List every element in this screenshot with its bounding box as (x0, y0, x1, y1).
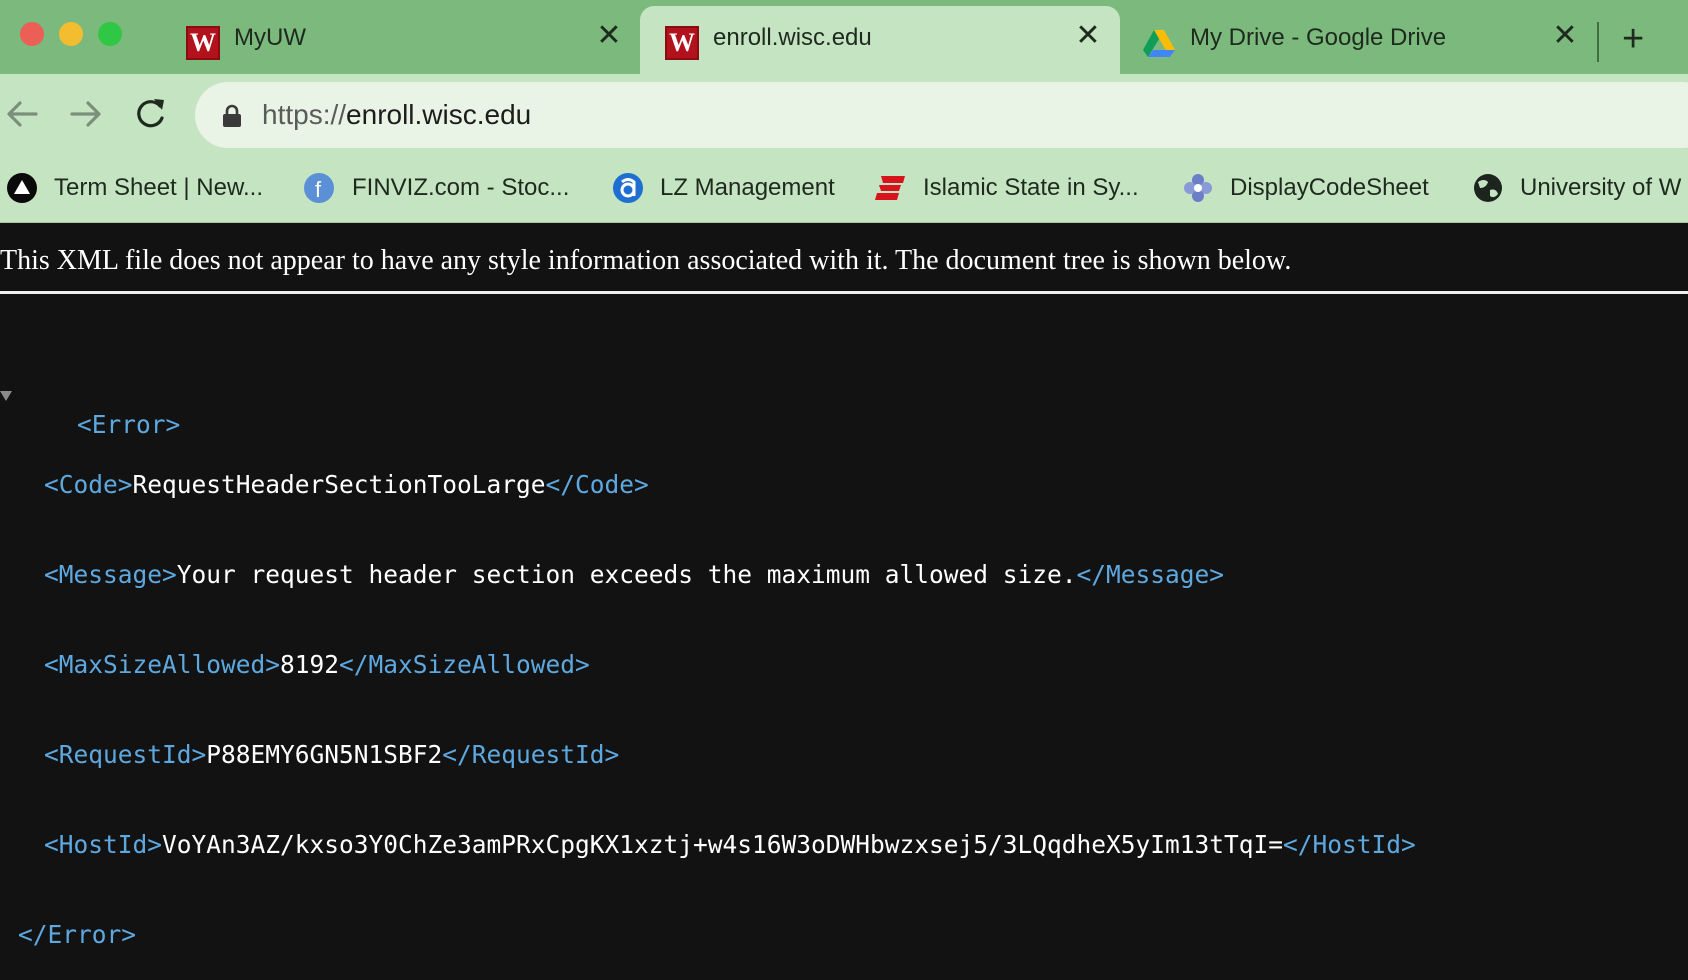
tab-myuw[interactable]: W MyUW ✕ (186, 6, 626, 74)
xml-maxsize-line: <MaxSizeAllowed>8192</MaxSizeAllowed> (0, 650, 1416, 680)
reload-icon[interactable] (128, 92, 172, 136)
tab-title: enroll.wisc.edu (713, 24, 872, 51)
collapse-triangle-icon[interactable] (0, 391, 12, 401)
tab-title: My Drive - Google Drive (1190, 24, 1447, 51)
url-scheme: https:// (262, 99, 347, 130)
tab-google-drive[interactable]: My Drive - Google Drive ✕ (1142, 6, 1582, 74)
uw-logo-icon: W (186, 26, 220, 60)
xml-value: RequestHeaderSectionTooLarge (132, 470, 546, 499)
xml-message-line: <Message>Your request header section exc… (0, 560, 1416, 590)
xml-tag: <HostId> (44, 830, 163, 859)
bookmark-label: Islamic State in Sy... (923, 174, 1139, 201)
uw-logo-icon: W (665, 26, 699, 60)
tab-strip: W MyUW ✕ W enroll.wisc.edu ✕ My Drive - … (0, 0, 1688, 74)
xml-tag: <RequestId> (44, 740, 207, 769)
globe-icon (1474, 174, 1502, 202)
xml-tag: </Error> (18, 920, 137, 949)
xml-code-line: <Code>RequestHeaderSectionTooLarge</Code… (0, 470, 1416, 500)
xml-tag: </MaxSizeAllowed> (339, 650, 590, 679)
xml-value: P88EMY6GN5N1SBF2 (206, 740, 443, 769)
xml-tag: <MaxSizeAllowed> (44, 650, 281, 679)
espn-icon (875, 176, 905, 200)
minimize-window-button[interactable] (59, 22, 83, 46)
finviz-icon: f (304, 173, 334, 203)
bookmarks-bar: Term Sheet | New... f FINVIZ.com - Stoc.… (0, 156, 1688, 223)
back-arrow-icon[interactable] (0, 92, 44, 136)
tab-enroll[interactable]: W enroll.wisc.edu ✕ (640, 6, 1120, 74)
close-window-button[interactable] (20, 22, 44, 46)
lz-icon (613, 173, 643, 203)
forward-arrow-icon[interactable] (64, 92, 108, 136)
toolbar: https://enroll.wisc.edu (0, 74, 1688, 156)
xml-root-open-line: <Error> (0, 380, 1416, 439)
xml-tag: </RequestId> (442, 740, 620, 769)
xml-value: Your request header section exceeds the … (176, 560, 1077, 589)
xml-tag: <Message> (44, 560, 177, 589)
xml-tag: </Message> (1076, 560, 1225, 589)
bookmark-label: FINVIZ.com - Stoc... (352, 174, 570, 201)
xml-tag: </HostId> (1283, 830, 1416, 859)
tab-title: MyUW (234, 24, 306, 51)
lock-icon[interactable] (221, 104, 243, 128)
xml-style-notice: This XML file does not appear to have an… (0, 245, 1292, 276)
close-icon[interactable]: ✕ (593, 20, 625, 52)
flower-icon (1184, 174, 1212, 202)
address-bar[interactable]: https://enroll.wisc.edu (195, 82, 1688, 148)
svg-text:f: f (315, 177, 322, 202)
notice-divider (0, 291, 1688, 294)
xml-root-close-line: </Error> (0, 920, 1416, 950)
url-text[interactable]: https://enroll.wisc.edu (262, 99, 531, 131)
xml-tree: <Error> <Code>RequestHeaderSectionTooLar… (0, 320, 1416, 980)
xml-tag: <Error> (77, 410, 181, 439)
bookmark-label: University of W (1520, 174, 1682, 201)
bookmark-label: Term Sheet | New... (54, 174, 263, 201)
google-drive-icon (1143, 30, 1175, 57)
xml-requestid-line: <RequestId>P88EMY6GN5N1SBF2</RequestId> (0, 740, 1416, 770)
xml-value: VoYAn3AZ/kxso3Y0ChZe3amPRxCpgKX1xztj+w4s… (162, 830, 1284, 859)
xml-value: 8192 (280, 650, 340, 679)
xml-tag: <Code> (44, 470, 133, 499)
new-tab-button[interactable]: + (1622, 20, 1644, 58)
tab-separator (1597, 22, 1599, 62)
xml-hostid-line: <HostId>VoYAn3AZ/kxso3Y0ChZe3amPRxCpgKX1… (0, 830, 1416, 860)
close-icon[interactable]: ✕ (1072, 20, 1104, 52)
maximize-window-button[interactable] (98, 22, 122, 46)
bookmark-label: LZ Management (660, 174, 835, 201)
bookmark-label: DisplayCodeSheet (1230, 174, 1429, 201)
url-host: enroll.wisc.edu (346, 99, 532, 130)
close-icon[interactable]: ✕ (1549, 20, 1581, 52)
black-circle-triangle-icon (7, 173, 37, 203)
xml-tag: </Code> (545, 470, 649, 499)
